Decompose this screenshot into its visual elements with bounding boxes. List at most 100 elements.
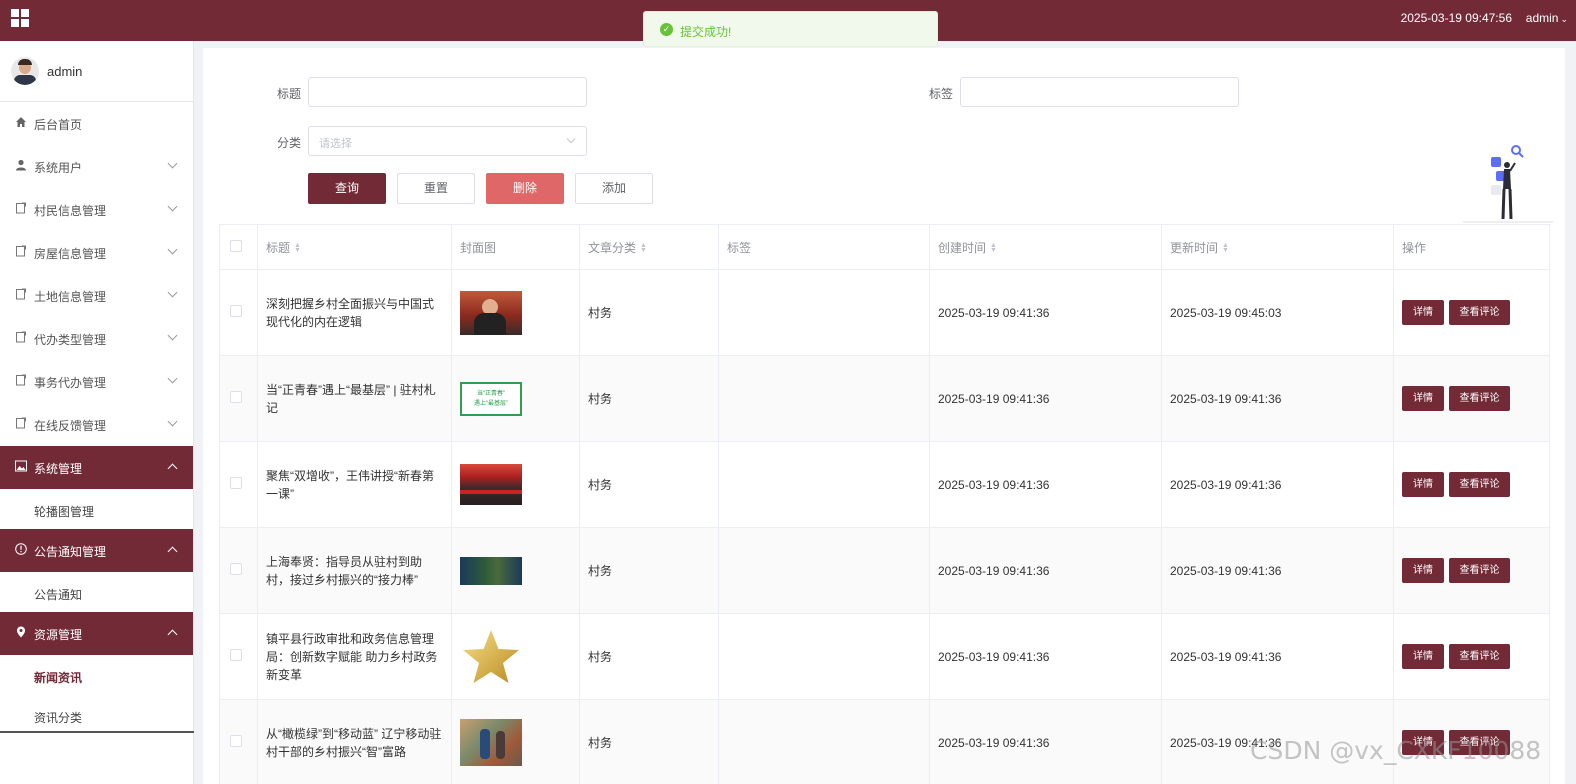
toast-message: 提交成功!	[680, 25, 732, 39]
table-header-row: 标题 ▲ ▼ 封面图 文章分类 ▲ ▼ 标签 创建时间 ▲ ▼ 更新时间 ▲ ▼ 操作	[219, 224, 1550, 270]
sidebar-subitem-label: 新闻资讯	[34, 671, 83, 685]
sidebar-subitem-news[interactable]: 新闻资讯	[0, 655, 193, 695]
sidebar-item-agency-types[interactable]: 代办类型管理	[0, 317, 193, 360]
doc-icon	[15, 331, 27, 343]
row-checkbox[interactable]	[230, 477, 242, 489]
detail-button[interactable]: 详情	[1402, 300, 1444, 325]
sidebar-item-affairs[interactable]: 事务代办管理	[0, 360, 193, 403]
view-comments-button[interactable]: 查看评论	[1449, 386, 1510, 411]
sidebar-subitem-notice[interactable]: 公告通知	[0, 572, 193, 612]
cover-image	[460, 556, 522, 585]
image-icon	[15, 460, 27, 472]
query-button[interactable]: 查询	[308, 173, 386, 204]
chevron-up-icon	[167, 629, 178, 640]
row-updated: 2025-03-19 09:45:03	[1161, 269, 1394, 356]
sidebar-item-land[interactable]: 土地信息管理	[0, 274, 193, 317]
row-title: 镇平县行政审批和政务信息管理局：创新数字赋能 助力乡村政务新变革	[257, 613, 452, 700]
table-row: 上海奉贤：指导员从驻村到助村，接过乡村振兴的“接力棒” 村务 2025-03-1…	[219, 527, 1550, 614]
row-title: 上海奉贤：指导员从驻村到助村，接过乡村振兴的“接力棒”	[257, 527, 452, 614]
sidebar-item-dashboard[interactable]: 后台首页	[0, 102, 193, 145]
chevron-down-icon	[167, 416, 178, 427]
sidebar-item-label: 事务代办管理	[34, 376, 107, 390]
sidebar-subitem-label: 轮播图管理	[34, 505, 95, 519]
reset-button[interactable]: 重置	[397, 173, 475, 204]
watermark: CSDN @vx_CXKF10088	[1250, 736, 1542, 765]
category-select-placeholder: 请选择	[319, 138, 352, 150]
view-comments-button[interactable]: 查看评论	[1449, 300, 1510, 325]
sidebar-item-system-users[interactable]: 系统用户	[0, 145, 193, 188]
sidebar-subitem-carousel[interactable]: 轮播图管理	[0, 489, 193, 529]
chevron-down-icon	[167, 287, 178, 298]
row-category: 村务	[579, 613, 719, 700]
sidebar-item-label: 房屋信息管理	[34, 247, 107, 261]
sidebar-item-label: 土地信息管理	[34, 290, 107, 304]
column-header-created[interactable]: 创建时间 ▲ ▼	[929, 224, 1162, 270]
row-actions: 详情 查看评论	[1393, 613, 1550, 700]
view-comments-button[interactable]: 查看评论	[1449, 644, 1510, 669]
row-created: 2025-03-19 09:41:36	[929, 527, 1162, 614]
chevron-up-icon	[167, 463, 178, 474]
column-header-actions: 操作	[1393, 224, 1550, 270]
select-all-checkbox[interactable]	[230, 239, 242, 252]
sort-icon[interactable]: ▲ ▼	[990, 242, 997, 254]
row-checkbox[interactable]	[230, 563, 242, 575]
detail-button[interactable]: 详情	[1402, 644, 1444, 669]
tag-filter-input[interactable]	[960, 77, 1239, 107]
check-circle-icon: ✓	[660, 23, 673, 36]
sort-icon[interactable]: ▲ ▼	[294, 242, 301, 254]
search-illustration	[1463, 143, 1553, 225]
sidebar-item-label: 后台首页	[34, 118, 83, 132]
star-image	[460, 628, 522, 686]
sidebar-item-label: 资源管理	[34, 628, 83, 642]
row-created: 2025-03-19 09:41:36	[929, 613, 1162, 700]
sidebar-username: admin	[47, 64, 83, 79]
row-tag	[718, 613, 930, 700]
column-header-category[interactable]: 文章分类 ▲ ▼	[579, 224, 719, 270]
row-checkbox[interactable]	[230, 305, 242, 317]
row-checkbox[interactable]	[230, 735, 242, 747]
chevron-down-icon	[566, 134, 576, 144]
sidebar-item-label: 系统用户	[34, 161, 83, 175]
sidebar-item-system-management[interactable]: 系统管理	[0, 446, 193, 489]
view-comments-button[interactable]: 查看评论	[1449, 472, 1510, 497]
sidebar-item-notices[interactable]: 公告通知管理	[0, 529, 193, 572]
title-filter-input[interactable]	[308, 77, 587, 107]
row-updated: 2025-03-19 09:41:36	[1161, 355, 1394, 442]
sidebar-user: admin	[0, 41, 193, 102]
add-button[interactable]: 添加	[575, 173, 653, 204]
row-category: 村务	[579, 269, 719, 356]
sort-icon[interactable]: ▲ ▼	[1222, 242, 1229, 254]
detail-button[interactable]: 详情	[1402, 386, 1444, 411]
doc-icon	[15, 202, 27, 214]
row-created: 2025-03-19 09:41:36	[929, 441, 1162, 528]
sort-icon[interactable]: ▲ ▼	[640, 242, 647, 254]
chevron-up-icon	[167, 546, 178, 557]
row-checkbox[interactable]	[230, 391, 242, 403]
sidebar-item-feedback[interactable]: 在线反馈管理	[0, 403, 193, 446]
sidebar-subitem-news-categories[interactable]: 资讯分类	[0, 695, 193, 735]
sidebar-item-villagers[interactable]: 村民信息管理	[0, 188, 193, 231]
info-icon	[15, 543, 27, 555]
row-actions: 详情 查看评论	[1393, 441, 1550, 528]
row-actions: 详情 查看评论	[1393, 269, 1550, 356]
delete-button[interactable]: 删除	[486, 173, 564, 204]
row-checkbox[interactable]	[230, 649, 242, 661]
column-header-updated[interactable]: 更新时间 ▲ ▼	[1161, 224, 1394, 270]
cover-cell	[451, 269, 580, 356]
sidebar-item-resources[interactable]: 资源管理	[0, 612, 193, 655]
user-dropdown[interactable]: admin ⌄	[1526, 11, 1568, 25]
column-header-title[interactable]: 标题 ▲ ▼	[257, 224, 452, 270]
user-icon	[15, 159, 27, 171]
detail-button[interactable]: 详情	[1402, 558, 1444, 583]
sidebar-item-label: 代办类型管理	[34, 333, 107, 347]
user-name: admin	[1525, 11, 1559, 25]
table-row: 当“正青春”遇上“最基层” | 驻村札记 当“正青春” 遇上“最基层” 村务 20…	[219, 355, 1550, 442]
view-comments-button[interactable]: 查看评论	[1449, 558, 1510, 583]
menu-grid-icon[interactable]	[11, 9, 29, 27]
avatar[interactable]	[11, 57, 39, 85]
category-select[interactable]: 请选择	[308, 126, 587, 156]
row-title: 从“橄榄绿”到“移动蓝” 辽宁移动驻村干部的乡村振兴“智”富路	[257, 699, 452, 784]
sidebar-item-housing[interactable]: 房屋信息管理	[0, 231, 193, 274]
detail-button[interactable]: 详情	[1402, 472, 1444, 497]
row-title: 深刻把握乡村全面振兴与中国式现代化的内在逻辑	[257, 269, 452, 356]
